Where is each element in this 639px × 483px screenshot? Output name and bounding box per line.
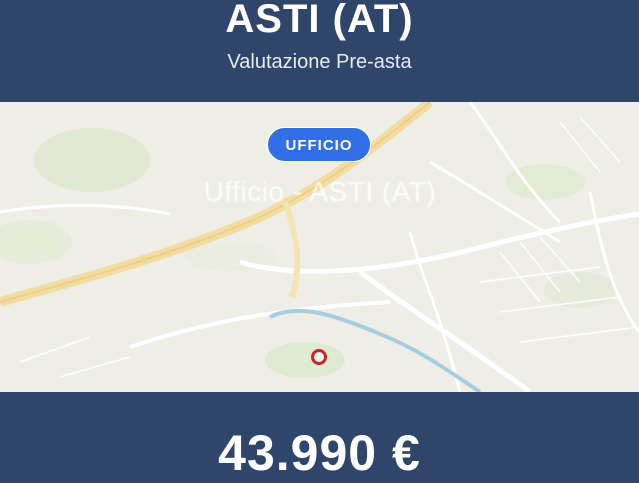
listing-price: 43.990 € — [218, 425, 421, 481]
green-area — [265, 342, 345, 378]
map-location-label: Ufficio - ASTI (AT) — [203, 176, 437, 207]
green-area — [0, 220, 72, 264]
city-title: ASTI (AT) — [225, 0, 414, 41]
road — [0, 203, 171, 216]
category-badge: UFFICIO — [267, 127, 371, 162]
location-pin-icon[interactable] — [311, 349, 327, 365]
green-area — [34, 128, 150, 192]
road — [468, 102, 562, 224]
valuation-subtitle: Valutazione Pre-asta — [227, 51, 412, 73]
road — [282, 200, 301, 298]
listing-header: ASTI (AT) Valutazione Pre-asta — [0, 0, 639, 102]
road — [358, 269, 532, 392]
